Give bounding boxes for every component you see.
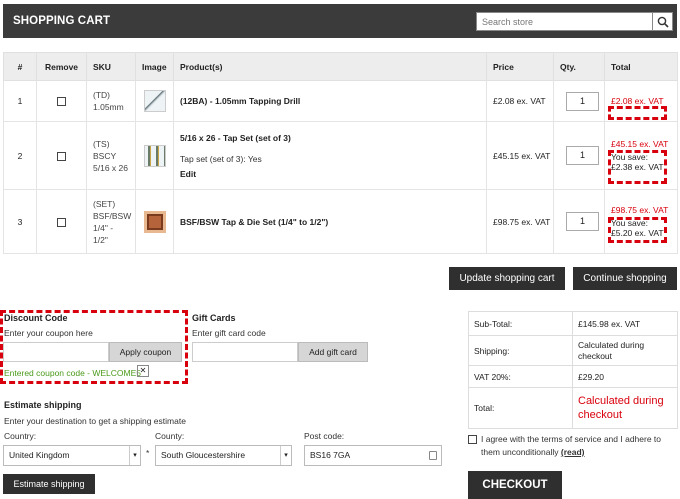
postcode-value: BS16 7GA	[310, 450, 351, 460]
chevron-down-icon: ▾	[129, 446, 140, 465]
sku-cell: (TD) 1.05mm	[86, 80, 136, 122]
row-number: 2	[3, 121, 37, 190]
col-header-remove: Remove	[36, 52, 87, 81]
row-number: 1	[3, 80, 37, 122]
shipping-label: Shipping:	[468, 335, 573, 366]
shipping-value: Calculated during checkout	[572, 335, 678, 366]
add-gift-card-button[interactable]: Add gift card	[298, 342, 368, 362]
table-row: 3 (SET) BSF/BSW 1/4" - 1/2" BSF/BSW Tap …	[3, 189, 678, 254]
highlight-box	[608, 106, 667, 120]
discount-hint: Enter your coupon here	[4, 328, 93, 338]
col-header-image: Image	[135, 52, 174, 81]
edit-link[interactable]: Edit	[180, 169, 486, 179]
product-image[interactable]	[143, 90, 166, 112]
table-row: 1 (TD) 1.05mm (12BA) - 1.05mm Tapping Dr…	[3, 80, 678, 122]
chevron-down-icon: ▾	[280, 446, 291, 465]
subtotal-value: £145.98 ex. VAT	[572, 311, 678, 336]
total-label: Total:	[468, 387, 573, 429]
estimate-shipping-hint: Enter your destination to get a shipping…	[4, 416, 186, 426]
search-box	[476, 12, 673, 31]
table-header-row: # Remove SKU Image Product(s) Price Qty.…	[3, 52, 678, 81]
gift-cards-hint: Enter gift card code	[192, 328, 266, 338]
col-header-num: #	[3, 52, 37, 81]
unit-price: £2.08 ex. VAT	[486, 80, 554, 122]
sku-cell: (SET) BSF/BSW 1/4" - 1/2"	[86, 189, 136, 254]
remove-checkbox[interactable]	[57, 97, 66, 107]
checkout-button[interactable]: CHECKOUT	[468, 471, 562, 499]
product-link[interactable]: 5/16 x 26 - Tap Set (set of 3)	[180, 133, 486, 143]
quantity-input[interactable]: 1	[566, 212, 599, 231]
continue-shopping-button[interactable]: Continue shopping	[573, 267, 677, 290]
county-select[interactable]: South Gloucestershire ▾	[155, 445, 292, 466]
row-number: 3	[3, 189, 37, 254]
remove-checkbox[interactable]	[57, 151, 66, 161]
vat-value: £29.20	[572, 365, 678, 388]
remove-coupon-button[interactable]: ✕	[137, 365, 149, 377]
row-total: £98.75 ex. VAT	[611, 205, 669, 215]
postcode-input[interactable]: BS16 7GA	[304, 445, 442, 466]
total-value: Calculated during checkout	[572, 387, 678, 429]
update-cart-button[interactable]: Update shopping cart	[449, 267, 565, 290]
terms-checkbox[interactable]	[468, 435, 477, 444]
col-header-total: Total	[604, 52, 678, 81]
country-label: Country:	[4, 431, 37, 441]
search-input[interactable]	[477, 13, 652, 30]
product-image[interactable]	[143, 210, 166, 233]
terms-text-block: I agree with the terms of service and I …	[481, 433, 679, 459]
postcode-label: Post code:	[304, 431, 345, 441]
coupon-applied-message: Entered coupon code - WELCOME5	[4, 368, 142, 378]
county-value: South Gloucestershire	[161, 450, 246, 460]
country-value: United Kingdom	[9, 450, 70, 460]
subtotal-label: Sub-Total:	[468, 311, 573, 336]
page-header: SHOPPING CART	[3, 4, 677, 38]
discount-title: Discount Code	[4, 313, 68, 323]
product-image[interactable]	[143, 144, 166, 167]
col-header-sku: SKU	[86, 52, 136, 81]
required-mark: *	[146, 448, 150, 458]
sku-cell: (TS) BSCY 5/16 x 26	[86, 121, 136, 190]
estimate-shipping-title: Estimate shipping	[4, 400, 82, 410]
quantity-input[interactable]: 1	[566, 91, 599, 111]
terms-read-link[interactable]: (read)	[561, 447, 585, 457]
county-label: County:	[155, 431, 185, 441]
unit-price: £98.75 ex. VAT	[486, 189, 554, 254]
cart-table: # Remove SKU Image Product(s) Price Qty.…	[3, 52, 678, 254]
col-header-qty: Qty.	[553, 52, 605, 81]
coupon-input[interactable]	[3, 342, 109, 362]
row-total: £45.15 ex. VAT	[611, 139, 669, 149]
col-header-product: Product(s)	[173, 52, 487, 81]
search-icon	[657, 16, 669, 28]
search-button[interactable]	[652, 13, 672, 30]
highlight-box	[608, 150, 667, 184]
totals-table: Sub-Total: £145.98 ex. VAT Shipping: Cal…	[468, 311, 678, 429]
totals-row: Shipping: Calculated during checkout	[468, 335, 678, 366]
gift-cards-title: Gift Cards	[192, 313, 236, 323]
unit-price: £45.15 ex. VAT	[486, 121, 554, 190]
product-attributes: Tap set (set of 3): Yes	[180, 153, 262, 164]
totals-row: VAT 20%: £29.20	[468, 365, 678, 388]
estimate-shipping-button[interactable]: Estimate shipping	[3, 474, 95, 494]
gift-card-input[interactable]	[192, 342, 298, 362]
country-select[interactable]: United Kingdom ▾	[3, 445, 141, 466]
product-link[interactable]: (12BA) - 1.05mm Tapping Drill	[180, 96, 300, 106]
product-link[interactable]: BSF/BSW Tap & Die Set (1/4" to 1/2")	[180, 217, 328, 227]
apply-coupon-button[interactable]: Apply coupon	[109, 342, 182, 362]
autofill-icon	[429, 451, 437, 460]
highlight-box	[608, 217, 667, 243]
close-icon: ✕	[139, 366, 147, 375]
remove-checkbox[interactable]	[57, 217, 66, 227]
totals-row: Sub-Total: £145.98 ex. VAT	[468, 311, 678, 336]
page-title: SHOPPING CART	[13, 15, 111, 27]
col-header-price: Price	[486, 52, 554, 81]
quantity-input[interactable]: 1	[566, 146, 599, 165]
vat-label: VAT 20%:	[468, 365, 573, 388]
table-row: 2 (TS) BSCY 5/16 x 26 5/16 x 26 - Tap Se…	[3, 121, 678, 190]
totals-row: Total: Calculated during checkout	[468, 387, 678, 429]
